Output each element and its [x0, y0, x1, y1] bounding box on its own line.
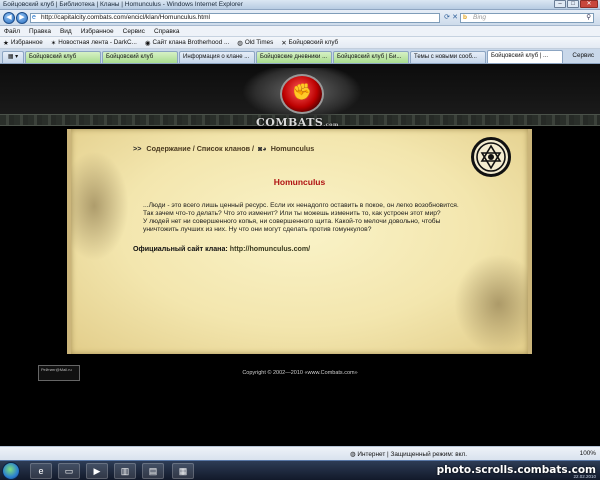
- description-paragraph: ...Люди - это всего лишь ценный ресурс. …: [143, 202, 459, 218]
- favorite-item[interactable]: ✶ Новостная лента - DarkC...: [51, 39, 137, 47]
- breadcrumb-prefix: >>: [133, 144, 142, 153]
- menu-favorites[interactable]: Избранное: [81, 28, 114, 35]
- ie-page-icon: e: [32, 14, 36, 21]
- breadcrumb-separator: /: [252, 144, 255, 153]
- warrior-artwork-right: [454, 254, 528, 354]
- media-icon[interactable]: ▶: [86, 463, 108, 479]
- calculator-icon[interactable]: ▦: [172, 463, 194, 479]
- globe-icon: ◍: [237, 39, 243, 47]
- back-button[interactable]: ◀: [3, 12, 15, 24]
- breadcrumb-separator: /: [192, 144, 195, 153]
- favorite-item[interactable]: ◍ Old Times: [237, 39, 273, 47]
- window-app-icon[interactable]: ▤: [142, 463, 164, 479]
- menu-tools[interactable]: Сервис: [123, 28, 145, 35]
- breadcrumb-current: Homunculus: [270, 144, 315, 153]
- official-site-link[interactable]: http://homunculus.com/: [230, 245, 310, 253]
- favorite-item[interactable]: ✕ Бойцовский клуб: [281, 39, 338, 47]
- web-page: ✊ COMBATS.com >> Содержание / Список кла…: [0, 64, 600, 446]
- maximize-button[interactable]: □: [567, 0, 579, 8]
- copyright-text: Copyright © 2002—2010 «www.Combats.com»: [242, 370, 358, 376]
- logo-text: COMBATS.com: [256, 116, 339, 129]
- tools-menu-button[interactable]: Сервис: [572, 52, 594, 59]
- favorites-bar: ★ Избранное ✶ Новостная лента - DarkC... ◉…: [0, 37, 600, 49]
- fist-emblem-icon: ✊: [280, 74, 324, 114]
- browser-tab[interactable]: Бойцовский клуб: [102, 51, 178, 63]
- breadcrumb: >> Содержание / Список кланов / ◙◕ Homun…: [133, 144, 314, 153]
- close-button[interactable]: ✕: [580, 0, 598, 8]
- url-field[interactable]: e http://capitalcity.combats.com/encicl/…: [30, 13, 440, 23]
- stop-icon[interactable]: ✕: [450, 13, 460, 23]
- photo-watermark: photo.scrolls.combats.com: [436, 464, 596, 476]
- clan-title: Homunculus: [273, 177, 326, 187]
- browser-tab[interactable]: Бойцовские дневники ...: [256, 51, 332, 63]
- forward-button[interactable]: ▶: [16, 12, 28, 24]
- menu-file[interactable]: Файл: [4, 28, 20, 35]
- search-input[interactable]: b Bing ⚲: [460, 13, 594, 23]
- warrior-artwork-left: [71, 151, 129, 261]
- security-zone[interactable]: ◍ Интернет | Защищенный режим: вкл.: [350, 450, 467, 458]
- taskbar: e ▭ ▶ ▥ ▤ ▦ photo.scrolls.combats.com 22…: [0, 460, 600, 480]
- status-bar: ◍ Интернет | Защищенный режим: вкл. 100%: [0, 446, 600, 460]
- bing-icon: b: [463, 14, 467, 21]
- combats-logo[interactable]: ✊ COMBATS.com: [242, 68, 362, 134]
- parchment-panel: >> Содержание / Список кланов / ◙◕ Homun…: [67, 129, 532, 354]
- breadcrumb-clans-link[interactable]: Список кланов: [197, 144, 250, 153]
- rss-icon: ✶: [50, 39, 57, 47]
- clan-small-icons: ◙◕: [258, 144, 267, 153]
- menu-edit[interactable]: Правка: [29, 28, 51, 35]
- breadcrumb-contents-link[interactable]: Содержание: [146, 144, 190, 153]
- swords-icon: ✕: [281, 39, 287, 47]
- clan-description: ...Люди - это всего лишь ценный ресурс. …: [143, 202, 469, 234]
- browser-tab[interactable]: Информация о клане ...: [179, 51, 255, 63]
- description-paragraph: У людей нет ни совершенного копья, ни со…: [143, 218, 441, 234]
- search-icon[interactable]: ⚲: [586, 14, 591, 22]
- favorite-item[interactable]: ◉ Сайт клана Brotherhood ...: [145, 39, 229, 47]
- clock[interactable]: 22.02.2010: [573, 474, 596, 479]
- minimize-button[interactable]: –: [554, 0, 566, 8]
- window-titlebar: Бойцовский клуб | Библиотека | Кланы | H…: [0, 0, 600, 10]
- menu-view[interactable]: Вид: [60, 28, 72, 35]
- browser-tab[interactable]: Темы с новыми сооб...: [410, 51, 486, 63]
- browser-tab[interactable]: Бойцовский клуб | Би...: [333, 51, 409, 63]
- browser-tab[interactable]: Бойцовский клуб: [25, 51, 101, 63]
- page-icon: ◉: [144, 39, 151, 47]
- chart-app-icon[interactable]: ▥: [114, 463, 136, 479]
- official-site-line: Официальный сайт клана: http://homunculu…: [133, 245, 310, 253]
- official-site-label: Официальный сайт клана:: [133, 245, 228, 253]
- favorites-button[interactable]: ★ Избранное: [3, 39, 43, 47]
- menu-help[interactable]: Справка: [154, 28, 180, 35]
- browser-tab-active[interactable]: Бойцовский клуб | ...: [487, 50, 563, 63]
- tab-bar: ▦ ▾ Бойцовский клуб Бойцовский клуб Инфо…: [0, 49, 600, 64]
- zoom-level[interactable]: 100%: [580, 450, 596, 457]
- quick-tabs-button[interactable]: ▦ ▾: [2, 51, 24, 63]
- window-controls: – □ ✕: [553, 0, 598, 9]
- system-tray: photo.scrolls.combats.com 22.02.2010: [436, 461, 600, 480]
- window-title: Бойцовский клуб | Библиотека | Кланы | H…: [3, 1, 243, 8]
- address-bar: ◀ ▶ e http://capitalcity.combats.com/enc…: [0, 10, 600, 26]
- search-placeholder: Bing: [473, 14, 487, 21]
- folder-icon[interactable]: ▭: [58, 463, 80, 479]
- menu-bar: Файл Правка Вид Избранное Сервис Справка: [0, 26, 600, 37]
- clan-emblem-icon: [471, 137, 511, 177]
- star-icon: ★: [3, 39, 9, 47]
- url-text: http://capitalcity.combats.com/encicl/kl…: [41, 14, 210, 21]
- ie-icon[interactable]: e: [30, 463, 52, 479]
- start-button[interactable]: [2, 462, 20, 480]
